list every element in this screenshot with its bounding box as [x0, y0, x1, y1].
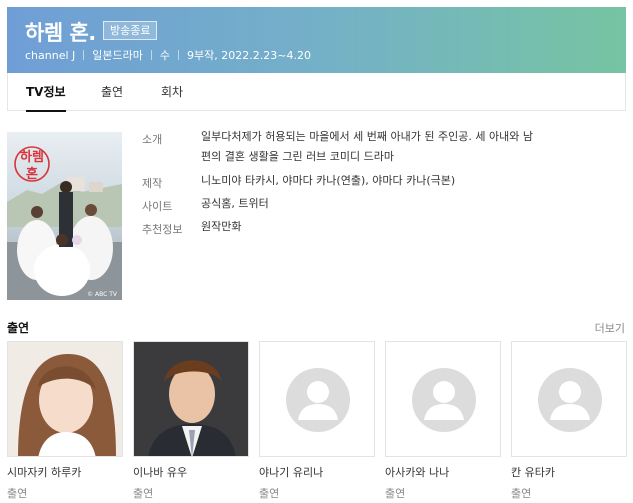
cast-name[interactable]: 칸 유타카: [511, 464, 627, 480]
cast-photo[interactable]: [385, 341, 501, 457]
title-header: 하렘 혼. 방송종료 channel J 일본드라마 수 9부작, 2022.2…: [7, 7, 626, 73]
cast-section-title: 출연: [7, 321, 30, 335]
twitter-link[interactable]: 트위터: [238, 197, 268, 210]
svg-text:혼: 혼: [26, 166, 38, 182]
cast-card[interactable]: 이나바 유우 출연: [133, 341, 249, 501]
poster-image[interactable]: 하렘 혼 © ABC TV: [7, 132, 122, 300]
cast-role: 출연: [385, 487, 406, 500]
actor-photo: [8, 342, 122, 456]
cast-name[interactable]: 이나바 유우: [133, 464, 249, 480]
tab-tv-info[interactable]: TV정보: [26, 73, 66, 112]
tab-episodes[interactable]: 회차: [161, 73, 183, 111]
cast-card[interactable]: 시마자키 하루카 출연: [7, 341, 123, 501]
person-placeholder-icon: [286, 368, 350, 432]
meta-divider: [178, 50, 180, 60]
cast-card[interactable]: 야나기 유리나 출연: [259, 341, 375, 501]
meta-episodes-dates: 9부작, 2022.2.23~4.20: [187, 49, 311, 62]
person-placeholder-icon: [538, 368, 602, 432]
meta-genre: 일본드라마: [92, 49, 143, 62]
program-title: 하렘 혼.: [25, 21, 96, 45]
site-links: 공식홈, 트위터: [201, 194, 621, 214]
cast-photo[interactable]: [133, 341, 249, 457]
cast-name[interactable]: 아사카와 나나: [385, 464, 501, 480]
meta-divider: [150, 50, 152, 60]
svg-text:하렘: 하렘: [20, 149, 44, 165]
production-value: 니노미야 타카시, 야마다 카나(연출), 야마다 카나(극본): [201, 174, 456, 187]
synopsis-line: 편의 결혼 생활을 그린 러브 코미디 드라마: [201, 150, 395, 163]
cast-card[interactable]: 칸 유타카 출연: [511, 341, 627, 501]
meta-channel[interactable]: channel J: [25, 49, 75, 62]
program-meta: channel J 일본드라마 수 9부작, 2022.2.23~4.20: [25, 47, 311, 63]
cast-name[interactable]: 야나기 유리나: [259, 464, 375, 480]
cast-name[interactable]: 시마자키 하루카: [7, 464, 123, 480]
actor-photo: [134, 342, 248, 456]
meta-divider: [83, 50, 85, 60]
person-placeholder-icon: [412, 368, 476, 432]
poster-artwork: 하렘 혼 © ABC TV: [7, 132, 122, 300]
synopsis-line: 일부다처제가 허용되는 마을에서 세 번째 아내가 된 주인공. 세 아내와 남: [201, 130, 533, 143]
cast-photo[interactable]: [511, 341, 627, 457]
production-label: 제작: [142, 177, 163, 190]
tab-cast[interactable]: 출연: [101, 73, 123, 111]
cast-role: 출연: [511, 487, 532, 500]
synopsis-text: 일부다처제가 허용되는 마을에서 세 번째 아내가 된 주인공. 세 아내와 남…: [201, 127, 621, 167]
recommend-label: 추천정보: [142, 223, 183, 236]
cast-role: 출연: [259, 487, 280, 500]
svg-text:© ABC TV: © ABC TV: [87, 291, 118, 298]
meta-weekday: 수: [159, 49, 171, 62]
cast-photo[interactable]: [259, 341, 375, 457]
tab-bar: TV정보 출연 회차: [7, 73, 626, 112]
cast-card[interactable]: 아사카와 나나 출연: [385, 341, 501, 501]
original-manga-link[interactable]: 원작만화: [201, 220, 241, 233]
recommend-value: 원작만화: [201, 217, 621, 237]
more-cast-link[interactable]: 더보기: [595, 320, 625, 336]
cast-role: 출연: [7, 487, 28, 500]
cast-role: 출연: [133, 487, 154, 500]
status-badge: 방송종료: [103, 21, 158, 40]
cast-photo[interactable]: [7, 341, 123, 457]
synopsis-label: 소개: [142, 133, 163, 146]
official-site-link[interactable]: 공식홈: [201, 197, 231, 210]
site-label: 사이트: [142, 200, 173, 213]
